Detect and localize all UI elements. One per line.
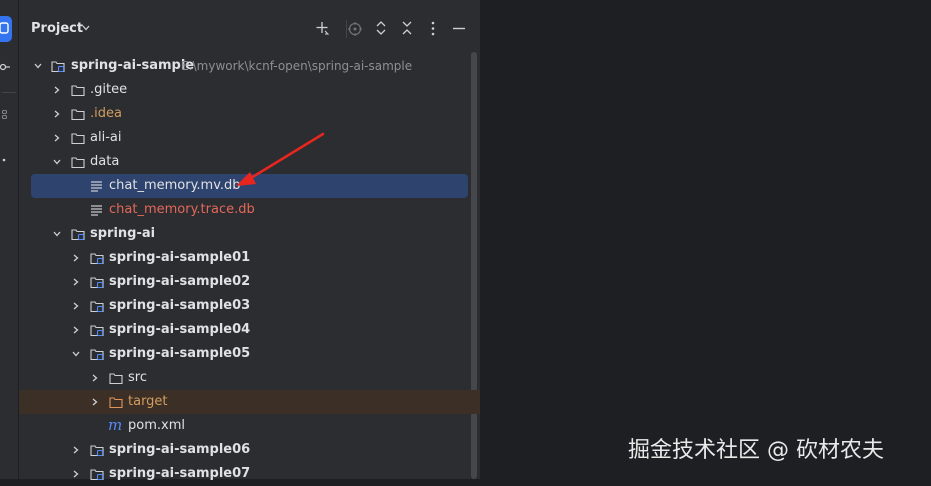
tree-item-idea[interactable]: .idea bbox=[19, 102, 469, 126]
tree-item-label: spring-ai-sample01 bbox=[109, 250, 251, 265]
tree-item-pom[interactable]: m pom.xml bbox=[19, 414, 469, 438]
module-folder-icon bbox=[90, 277, 104, 289]
tree-item-label: spring-ai bbox=[90, 226, 156, 241]
chevron-down-icon[interactable] bbox=[81, 23, 91, 33]
tree-item-spring-ai[interactable]: spring-ai bbox=[19, 222, 469, 246]
chevron-right-icon[interactable] bbox=[71, 469, 81, 479]
chevron-right-icon[interactable] bbox=[71, 301, 81, 311]
tree-item-sample04[interactable]: spring-ai-sample04 bbox=[19, 318, 469, 342]
tree-item-src[interactable]: src bbox=[19, 366, 469, 390]
module-folder-icon bbox=[90, 445, 104, 457]
tree-item-chat-memory-trace-db[interactable]: chat_memory.trace.db bbox=[19, 198, 469, 222]
commit-icon[interactable] bbox=[0, 62, 10, 72]
text-file-icon bbox=[91, 205, 102, 216]
tree-item-label: .idea bbox=[90, 106, 122, 121]
tree-item-label: .gitee bbox=[90, 82, 128, 97]
more-tools-icon[interactable] bbox=[0, 155, 10, 165]
chevron-down-icon[interactable] bbox=[71, 349, 81, 359]
tree-item-label: ali-ai bbox=[90, 130, 122, 145]
folder-icon bbox=[71, 109, 85, 121]
tree-item-label: spring-ai-sample bbox=[71, 58, 195, 73]
folder-icon bbox=[109, 373, 123, 385]
tree-item-target[interactable]: target bbox=[19, 390, 480, 414]
editor-area bbox=[481, 0, 931, 479]
watermark: 掘金技术社区 @ 砍材农夫 bbox=[628, 438, 884, 463]
vertical-scrollbar[interactable] bbox=[471, 52, 477, 479]
folder-icon bbox=[71, 157, 85, 169]
collapse-all-icon[interactable] bbox=[399, 20, 415, 36]
chevron-down-icon[interactable] bbox=[52, 157, 62, 167]
tree-item-label: data bbox=[90, 154, 120, 169]
tree-item-gitee[interactable]: .gitee bbox=[19, 78, 469, 102]
module-folder-icon bbox=[90, 301, 104, 313]
chevron-down-icon[interactable] bbox=[33, 61, 43, 71]
tree-item-sample02[interactable]: spring-ai-sample02 bbox=[19, 270, 469, 294]
panel-header: Project bbox=[19, 0, 480, 40]
text-file-icon bbox=[91, 181, 102, 192]
tree-item-label: spring-ai-sample02 bbox=[109, 274, 251, 289]
tree-item-ali-ai[interactable]: ali-ai bbox=[19, 126, 469, 150]
tree-item-sample07[interactable]: spring-ai-sample07 bbox=[19, 462, 469, 486]
tree-item-label: spring-ai-sample04 bbox=[109, 322, 251, 337]
tree-item-sample05[interactable]: spring-ai-sample05 bbox=[19, 342, 469, 366]
module-folder-icon bbox=[71, 229, 85, 241]
tree-item-sample06[interactable]: spring-ai-sample06 bbox=[19, 438, 469, 462]
folder-icon bbox=[71, 133, 85, 145]
tree-item-root[interactable]: spring-ai-sample E:\mywork\kcnf-open\spr… bbox=[19, 54, 469, 78]
more-icon[interactable] bbox=[425, 20, 441, 36]
tree-item-label: pom.xml bbox=[128, 418, 185, 433]
tree-item-data[interactable]: data bbox=[19, 150, 469, 174]
chevron-right-icon[interactable] bbox=[71, 253, 81, 263]
tree-item-label: spring-ai-sample05 bbox=[109, 346, 251, 361]
project-tool-button[interactable] bbox=[0, 16, 12, 42]
minimize-icon[interactable] bbox=[451, 20, 467, 36]
chevron-down-icon[interactable] bbox=[52, 229, 62, 239]
chevron-right-icon[interactable] bbox=[52, 109, 62, 119]
project-path: E:\mywork\kcnf-open\spring-ai-sample bbox=[181, 59, 413, 73]
module-folder-icon bbox=[51, 61, 65, 73]
tree-item-label: target bbox=[128, 394, 168, 409]
tree-item-chat-memory-mv-db[interactable]: chat_memory.mv.db bbox=[31, 174, 468, 198]
chevron-right-icon[interactable] bbox=[71, 277, 81, 287]
chevron-right-icon[interactable] bbox=[52, 133, 62, 143]
tree-item-sample03[interactable]: spring-ai-sample03 bbox=[19, 294, 469, 318]
tool-window-strip bbox=[0, 0, 19, 479]
tree-item-label: src bbox=[128, 370, 147, 385]
locate-icon[interactable] bbox=[347, 20, 363, 36]
project-panel: Project spring-ai-sample E:\mywork\kcnf-… bbox=[19, 0, 481, 481]
module-folder-icon bbox=[90, 253, 104, 265]
chevron-right-icon[interactable] bbox=[90, 397, 100, 407]
tree-item-sample01[interactable]: spring-ai-sample01 bbox=[19, 246, 469, 270]
module-folder-icon bbox=[90, 349, 104, 361]
add-icon[interactable] bbox=[315, 20, 331, 36]
tree-item-label: spring-ai-sample07 bbox=[109, 466, 251, 481]
chevron-right-icon[interactable] bbox=[71, 325, 81, 335]
tree-item-label: spring-ai-sample03 bbox=[109, 298, 251, 313]
chevron-right-icon[interactable] bbox=[90, 373, 100, 383]
folder-icon bbox=[71, 85, 85, 97]
tree-item-label: chat_memory.trace.db bbox=[109, 202, 255, 217]
excluded-folder-icon bbox=[109, 397, 123, 409]
expand-all-icon[interactable] bbox=[373, 20, 389, 36]
chevron-right-icon[interactable] bbox=[52, 85, 62, 95]
tree-item-label: chat_memory.mv.db bbox=[109, 178, 241, 193]
structure-icon[interactable] bbox=[0, 110, 10, 120]
maven-icon: m bbox=[108, 416, 123, 434]
module-folder-icon bbox=[90, 325, 104, 337]
tool-strip-separator bbox=[2, 92, 16, 93]
chevron-right-icon[interactable] bbox=[71, 445, 81, 455]
panel-title[interactable]: Project bbox=[31, 21, 83, 36]
tree-item-label: spring-ai-sample06 bbox=[109, 442, 251, 457]
